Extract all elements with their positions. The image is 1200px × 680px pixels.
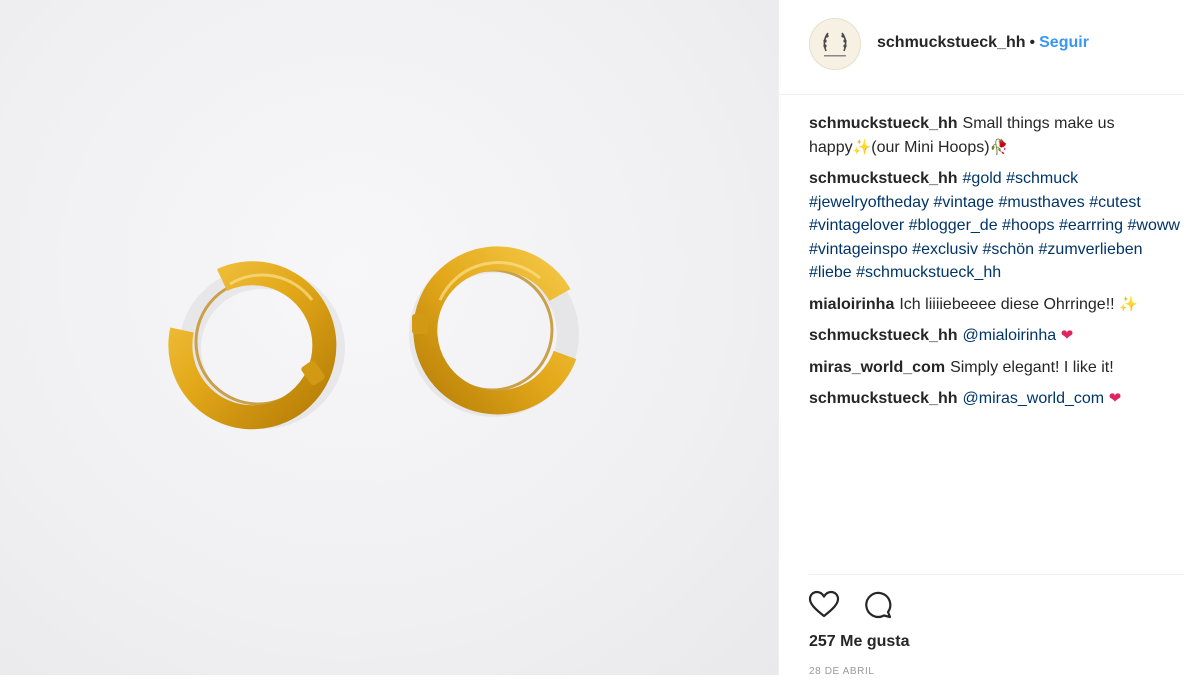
emoji-icon: 🥀 [989,137,1009,156]
wreath-logo-icon [823,32,847,57]
post-header: schmuckstueck_hh • Seguir [779,0,1184,95]
emoji-icon: ✨ [1119,294,1138,313]
comment-item: mialoirinha Ich liiiiebeeee diese Ohrring… [809,293,1181,317]
hashtag-link[interactable]: #woww [1127,217,1179,234]
heart-outline-icon[interactable] [807,588,841,622]
comment-text: Simply elegant! I like it! [950,358,1114,376]
hashtag-link[interactable]: #vintagelover [809,217,904,234]
comment-username[interactable]: schmuckstueck_hh [809,115,958,132]
hashtag-link[interactable]: #cutest [1089,194,1141,211]
post-photo[interactable] [0,0,778,675]
left-hoop-earring [168,261,345,430]
hashtag-link[interactable]: #schmuck [1006,170,1078,187]
post-sidebar: schmuckstueck_hh • Seguir schmuckstueck_hh… [779,0,1200,677]
post-date: 28 DE ABRIL [809,666,875,677]
comment-item: schmuckstueck_hh @miras_world_com ❤ [809,387,1181,411]
emoji-icon: ✨ [852,137,872,156]
comment-username[interactable]: schmuckstueck_hh [809,327,958,344]
mention-link[interactable]: @mialoirinha [963,327,1057,344]
comment-username[interactable]: miras_world_com [809,359,945,376]
hashtag-link[interactable]: #earrring [1059,217,1123,234]
comments-list: schmuckstueck_hh Small things make us hap… [809,112,1181,419]
hashtag-link[interactable]: #liebe [809,264,852,281]
speech-bubble-icon[interactable] [861,588,895,622]
hashtag-link[interactable]: #schmuckstueck_hh [856,264,1001,281]
comment-item: miras_world_com Simply elegant! I like it… [809,356,1181,380]
header-text: schmuckstueck_hh • Seguir [877,34,1089,52]
comment-item: schmuckstueck_hh Small things make us hap… [809,112,1181,159]
comment-username[interactable]: schmuckstueck_hh [809,170,958,187]
comment-item: schmuckstueck_hh #gold #schmuck #jewelryo… [809,167,1181,285]
gold-hoop-earrings-image [168,246,579,430]
emoji-icon: ❤ [1108,389,1122,407]
emoji-icon: ❤ [1060,326,1074,344]
mention-link[interactable]: @miras_world_com [963,390,1105,407]
comment-text: Ich liiiiebeeee diese Ohrringe!! [899,295,1120,313]
comment-username[interactable]: mialoirinha [809,296,894,313]
actions-divider [809,574,1184,575]
right-hoop-earring [409,246,579,417]
comment-item: schmuckstueck_hh @mialoirinha ❤ [809,324,1181,348]
hashtag-link[interactable]: #gold [963,170,1002,187]
hashtag-link[interactable]: #schön [982,241,1034,258]
hashtag-link[interactable]: #vintage [934,194,995,211]
hashtag-link[interactable]: #jewelryoftheday [809,194,929,211]
comment-username[interactable]: schmuckstueck_hh [809,390,958,407]
avatar[interactable] [809,18,861,70]
author-username[interactable]: schmuckstueck_hh [877,34,1026,51]
hashtag-link[interactable]: #blogger_de [909,217,998,234]
hashtag-link[interactable]: #musthaves [998,194,1084,211]
hashtag-link[interactable]: #exclusiv [912,241,978,258]
comment-text: (our Mini Hoops) [871,138,990,156]
hashtag-link[interactable]: #hoops [1002,217,1055,234]
hashtag-link[interactable]: #zumverlieben [1039,241,1143,258]
likes-count[interactable]: 257 Me gusta [809,633,909,651]
hashtag-link[interactable]: #vintageinspo [809,241,908,258]
separator-dot: • [1029,34,1036,51]
follow-button[interactable]: Seguir [1039,34,1089,51]
